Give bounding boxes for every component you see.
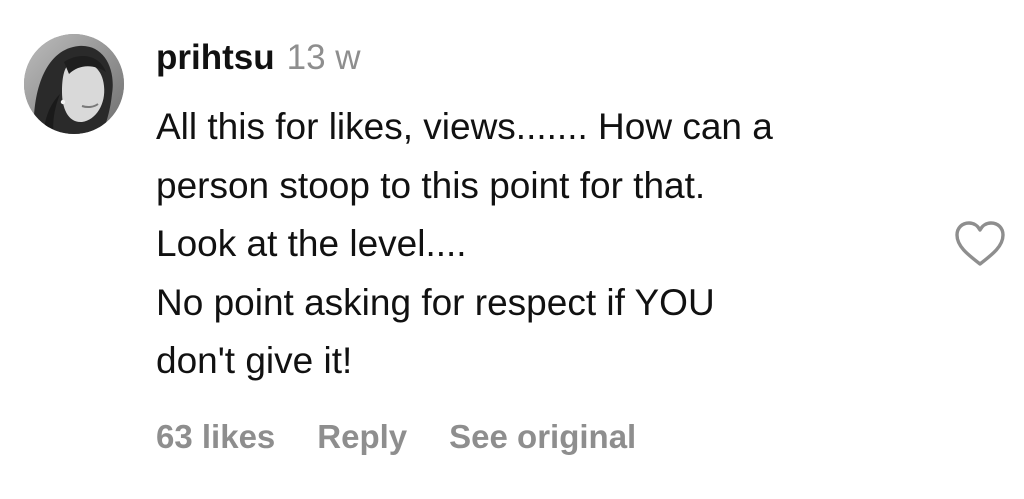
comment-actions: 63 likes Reply See original — [156, 418, 636, 456]
comment-text-line: don't give it! — [156, 340, 353, 381]
reply-button[interactable]: Reply — [317, 418, 407, 456]
likes-count-button[interactable]: 63 likes — [156, 418, 275, 456]
timestamp: 13 w — [286, 38, 361, 77]
username-link[interactable]: prihtsu — [156, 38, 275, 78]
avatar[interactable] — [24, 34, 124, 134]
comment-item: prihtsu 13 w All this for likes, views..… — [0, 0, 1024, 499]
comment-text-line: Look at the level.... — [156, 223, 467, 264]
comment-content: prihtsu 13 w All this for likes, views..… — [156, 38, 936, 391]
comment-text-line: No point asking for respect if YOU — [156, 281, 715, 323]
comment-meta: prihtsu 13 w — [156, 38, 936, 88]
comment-text-line: All this for likes, views....... How can… — [156, 106, 773, 147]
heart-outline-icon[interactable] — [953, 220, 1007, 268]
see-original-button[interactable]: See original — [449, 418, 636, 456]
comment-text-line: person stoop to this point for that. — [156, 164, 706, 206]
profile-photo — [24, 34, 124, 134]
comment-text: All this for likes, views....... How can… — [156, 98, 936, 391]
